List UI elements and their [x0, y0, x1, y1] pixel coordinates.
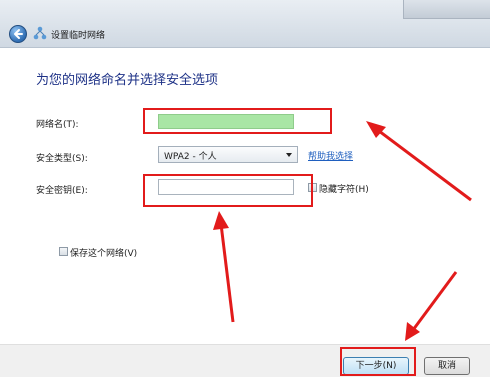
window-title: 设置临时网络 — [51, 31, 106, 41]
network-icon — [33, 26, 47, 40]
save-network-label: 保存这个网络(V) — [70, 249, 138, 259]
back-button[interactable] — [9, 25, 27, 43]
window-controls[interactable] — [403, 0, 490, 19]
security-type-select[interactable]: WPA2 - 个人 — [158, 146, 298, 163]
title-bar: 设置临时网络 — [0, 0, 490, 48]
network-name-label: 网络名(T): — [36, 120, 79, 130]
hide-chars-label: 隐藏字符(H) — [319, 185, 369, 195]
security-key-input[interactable] — [158, 179, 294, 195]
dialog-content: 为您的网络命名并选择安全选项 — [0, 48, 490, 344]
next-button[interactable]: 下一步(N) — [343, 357, 409, 375]
network-name-input[interactable] — [158, 114, 294, 129]
dropdown-arrow-icon — [286, 153, 292, 157]
hide-chars-checkbox[interactable] — [308, 183, 317, 192]
dialog-footer — [0, 344, 490, 377]
security-type-value: WPA2 - 个人 — [164, 152, 217, 162]
save-network-checkbox[interactable] — [59, 247, 68, 256]
back-arrow-icon — [14, 29, 23, 39]
security-key-label: 安全密钥(E): — [36, 186, 88, 196]
cancel-button[interactable]: 取消 — [424, 357, 470, 375]
help-choose-link[interactable]: 帮助我选择 — [308, 149, 353, 162]
security-type-label: 安全类型(S): — [36, 154, 88, 164]
page-heading: 为您的网络命名并选择安全选项 — [36, 73, 219, 88]
